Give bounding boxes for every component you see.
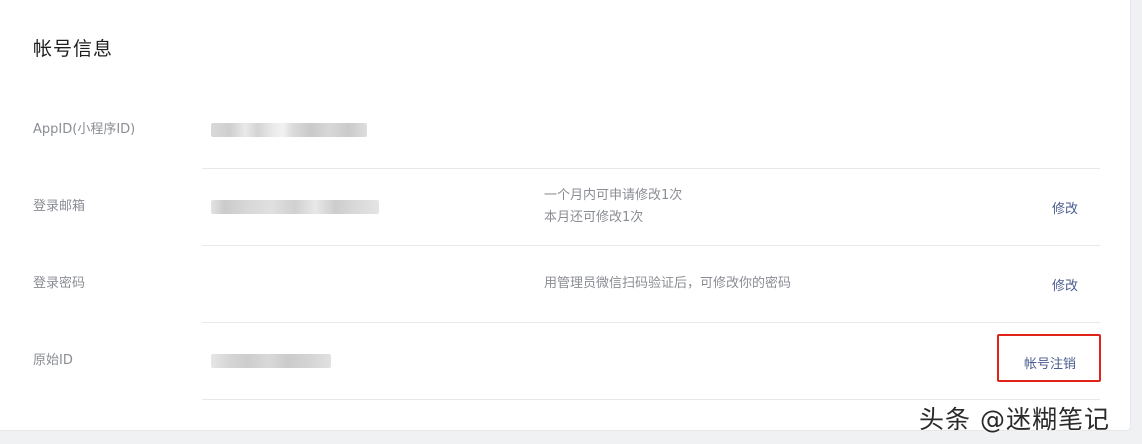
login-email-value-redacted	[211, 200, 379, 214]
appid-row: AppID(小程序ID)	[0, 92, 1131, 169]
account-info-card: 帐号信息 AppID(小程序ID) 登录邮箱 一个月内可申请修改1次 本月还可修…	[0, 0, 1131, 431]
watermark-text: 头条 @迷糊笔记	[919, 405, 1110, 434]
login-password-tip: 用管理员微信扫码验证后，可修改你的密码	[544, 276, 792, 291]
original-id-row: 原始ID 帐号注销	[0, 323, 1131, 400]
login-email-tip: 一个月内可申请修改1次 本月还可修改1次	[544, 185, 682, 229]
section-title: 帐号信息	[33, 38, 114, 60]
login-password-row: 登录密码 用管理员微信扫码验证后，可修改你的密码 修改	[0, 246, 1131, 323]
login-email-row: 登录邮箱 一个月内可申请修改1次 本月还可修改1次 修改	[0, 169, 1131, 246]
email-tip-line-1: 一个月内可申请修改1次	[544, 188, 683, 203]
original-id-label: 原始ID	[33, 353, 73, 368]
login-password-label: 登录密码	[33, 276, 86, 291]
modify-email-link[interactable]: 修改	[1052, 198, 1078, 217]
highlight-annotation-box	[997, 334, 1101, 382]
appid-value-redacted	[211, 123, 367, 137]
original-id-value-redacted	[211, 354, 331, 368]
appid-label: AppID(小程序ID)	[33, 122, 136, 137]
modify-password-link[interactable]: 修改	[1052, 275, 1078, 294]
login-email-label: 登录邮箱	[33, 199, 86, 214]
email-tip-line-2: 本月还可修改1次	[544, 210, 644, 225]
